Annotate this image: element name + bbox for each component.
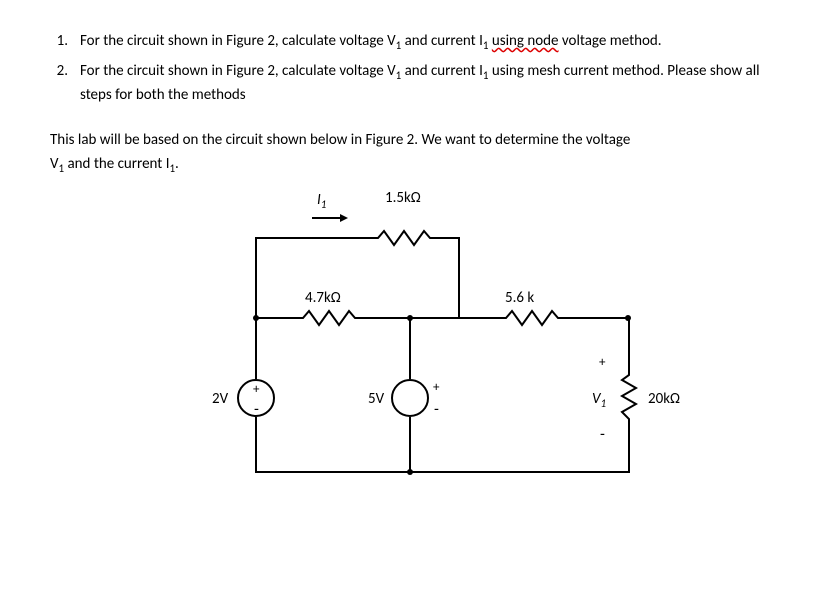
v1-label: V1 bbox=[592, 390, 606, 410]
wire-left-stub bbox=[255, 237, 257, 319]
intro-line1: This lab will be based on the circuit sh… bbox=[50, 131, 630, 149]
question-1: 1. For the circuit shown in Figure 2, ca… bbox=[50, 30, 778, 54]
wire-mid-to-src-top bbox=[409, 317, 411, 379]
q2-pre: For the circuit shown in Figure 2, calcu… bbox=[80, 62, 396, 80]
v1-sub: 1 bbox=[601, 397, 607, 410]
v1-plus: + bbox=[599, 355, 605, 370]
i1-sub: 1 bbox=[321, 198, 327, 211]
intro-v1-a: V bbox=[50, 155, 59, 173]
intro-paragraph: This lab will be based on the circuit sh… bbox=[50, 129, 778, 176]
r-4p7k-label: 4.7kΩ bbox=[305, 289, 341, 307]
wire-bottom bbox=[255, 471, 630, 473]
src-5v-label: 5V bbox=[368, 390, 384, 408]
wire-left-to-src-top bbox=[255, 317, 257, 379]
r-1p5k-label: 1.5kΩ bbox=[385, 189, 421, 207]
question-number: 1. bbox=[50, 30, 80, 54]
question-2: 2. For the circuit shown in Figure 2, ca… bbox=[50, 60, 778, 107]
resistor-4p7k bbox=[295, 309, 365, 327]
q1-mid1: and current I bbox=[401, 32, 483, 50]
v1-minus: - bbox=[600, 425, 605, 444]
src-5v-minus: - bbox=[434, 400, 439, 419]
question-list: 1. For the circuit shown in Figure 2, ca… bbox=[50, 30, 778, 107]
wire-mid-r1 bbox=[458, 317, 498, 319]
wire-mid-r2 bbox=[568, 317, 630, 319]
q2-mid1: and current I bbox=[401, 62, 483, 80]
source-5v bbox=[391, 379, 429, 417]
intro-i1-a: and the current I bbox=[64, 155, 169, 173]
wire-mid-l1 bbox=[255, 317, 295, 319]
wire-mid-to-bottom bbox=[409, 417, 411, 472]
r-5p6k-label: 5.6 k bbox=[505, 289, 534, 307]
q1-underlined: using node bbox=[492, 32, 559, 50]
resistor-20k bbox=[620, 369, 638, 434]
i1-label: I1 bbox=[317, 191, 326, 211]
v1-text: V bbox=[592, 390, 601, 408]
q1-post: voltage method. bbox=[559, 32, 662, 50]
resistor-5p6k bbox=[498, 309, 568, 327]
question-text: For the circuit shown in Figure 2, calcu… bbox=[80, 60, 778, 107]
src-5v-plus: + bbox=[433, 380, 439, 395]
wire-top-left bbox=[255, 237, 370, 239]
wire-mid-stub-upper bbox=[458, 237, 460, 319]
q1-pre: For the circuit shown in Figure 2, calcu… bbox=[80, 32, 396, 50]
circuit-figure: I1 1.5kΩ 4.7kΩ 5.6 k + - 2V + - 5V 20kΩ … bbox=[160, 207, 720, 487]
question-number: 2. bbox=[50, 60, 80, 107]
r-20k-label: 20kΩ bbox=[648, 390, 680, 408]
resistor-1p5k bbox=[370, 229, 440, 247]
src-2v-plus: + bbox=[253, 382, 259, 397]
wire-top-right bbox=[440, 237, 460, 239]
src-2v-label: 2V bbox=[212, 390, 228, 408]
wire-right-to-r-top bbox=[628, 317, 630, 369]
intro-end: . bbox=[175, 155, 179, 173]
wire-left-to-bottom bbox=[255, 417, 257, 472]
wire-right-to-bottom bbox=[628, 429, 630, 472]
question-text: For the circuit shown in Figure 2, calcu… bbox=[80, 30, 778, 54]
i1-arrow bbox=[310, 211, 350, 229]
